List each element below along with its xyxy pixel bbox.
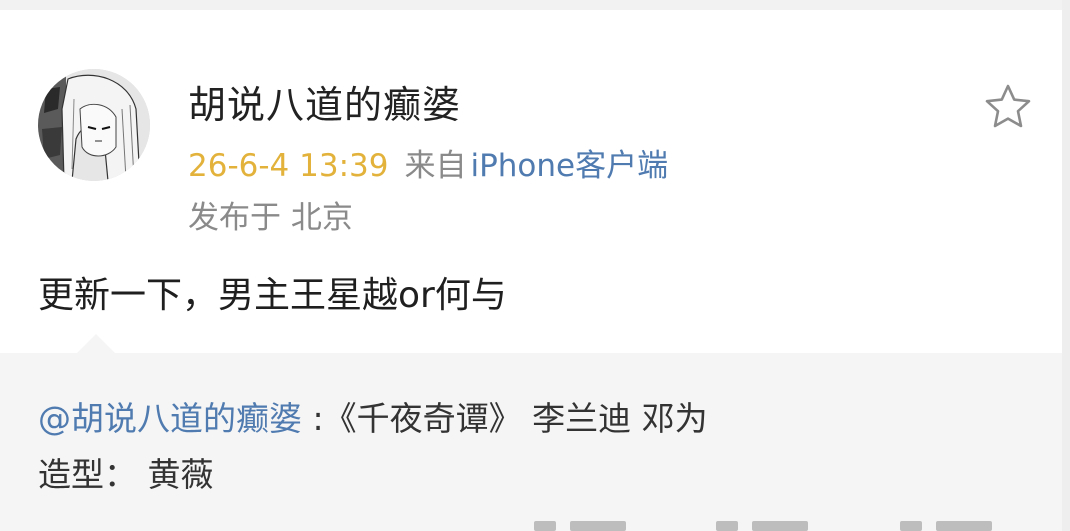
action-bar-partial (520, 521, 1020, 531)
username[interactable]: 胡说八道的癫婆 (188, 74, 461, 129)
source-prefix: 来自 (404, 148, 467, 184)
avatar[interactable] (38, 69, 150, 181)
repost-mention-link[interactable]: @胡说八道的癫婆 (38, 399, 302, 438)
repost-pointer (76, 334, 116, 354)
top-divider (0, 0, 1070, 8)
post-text: 更新一下，男主王星越or何与 (38, 275, 507, 316)
repost-icon[interactable] (534, 521, 556, 531)
star-outline-icon[interactable] (984, 83, 1032, 129)
comment-icon[interactable] (716, 521, 738, 531)
repost-text-line1: @胡说八道的癫婆 :《千夜奇谭》 李兰迪 邓为 (38, 392, 708, 440)
weibo-post-screen: 胡说八道的癫婆 26-6-4 13:39 来自 iPhone客户端 发布于 北京 更… (0, 0, 1070, 531)
repost-container[interactable] (0, 353, 1062, 531)
repost-count-partial (570, 521, 626, 531)
post-meta: 26-6-4 13:39 来自 iPhone客户端 (188, 140, 668, 185)
like-icon[interactable] (900, 521, 922, 531)
repost-text-line2: 造型： 黄薇 (38, 455, 214, 494)
repost-text: :《千夜奇谭》 李兰迪 邓为 (302, 399, 708, 438)
post-timestamp: 26-6-4 13:39 (188, 148, 389, 184)
like-count-partial (936, 521, 992, 531)
right-edge-divider (1062, 0, 1070, 531)
source-device-link[interactable]: iPhone客户端 (470, 148, 668, 184)
post-location: 发布于 北京 (188, 200, 353, 236)
comment-count-partial (752, 521, 808, 531)
